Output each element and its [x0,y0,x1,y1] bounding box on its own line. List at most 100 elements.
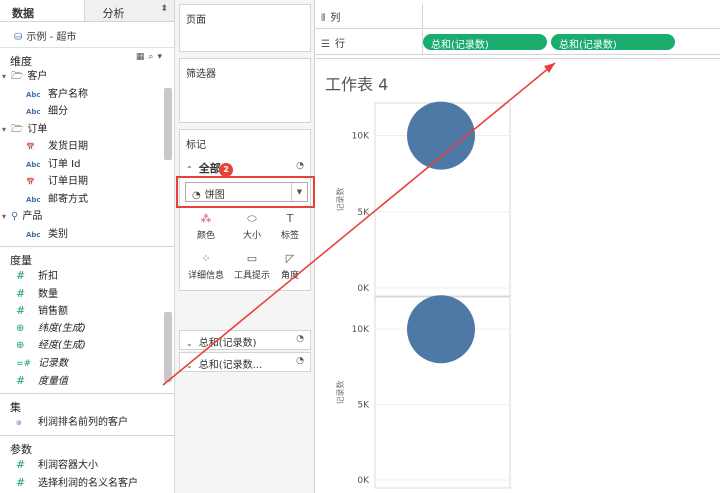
chevron-down-icon[interactable]: ▾ [2,121,11,139]
string-type-icon: Abc [26,195,41,204]
cards-pane: 页面 筛选器 标记 ⌃ 全部 ◔ 2 [175,0,315,493]
globe-icon: ⊕ [16,340,25,351]
label-button-label: 标签 [280,231,299,241]
dimension-label: 细分 [48,106,68,117]
chevron-down-icon[interactable]: ⌄ [186,361,193,370]
set-label: 利润排名前列的客户 [38,416,128,428]
measure-item[interactable]: # 度量值 [0,372,174,390]
parameter-label: 选择利润的名义名客户 [38,477,138,489]
sets-header: 集 [0,396,174,414]
dimension-item[interactable]: Abc 细分 [0,103,174,121]
datasource-label: 示例 - 超市 [26,32,77,43]
measures-sets-divider [0,392,174,394]
measure-label: 经度(生成) [38,340,86,351]
dimension-label: 订单日期 [48,176,88,187]
tab-data[interactable]: 数据 [0,0,84,21]
angle-button[interactable]: ◸ 角度 [268,250,312,286]
label-button[interactable]: T 标签 [268,210,312,246]
pie-ring-icon: ◔ [296,334,304,344]
set-icon: ⊚ [16,418,22,427]
grid-view-icon[interactable]: ▦ [136,52,149,62]
marks-all-label: 全部 [198,162,221,175]
folder-order[interactable]: ▾ 🗁 订单 [0,121,174,139]
detail-button[interactable]: ⁘ 详细信息 [184,250,228,286]
sub-marks-label: 总和(记录数) [198,338,257,349]
worksheet-view: 工作表 4 [315,58,720,493]
calculated-number-icon: =# [16,358,32,369]
marks-sub-card-2[interactable]: ⌄ 总和(记录数... ◔ [179,352,311,372]
color-button[interactable]: ⁂ 颜色 [184,210,228,246]
parameter-label: 利润容器大小 [38,460,98,471]
tab-analysis-label: 分析 [102,7,125,20]
measure-item[interactable]: # 销售额 [0,302,174,320]
folder-product[interactable]: ▾ ⚲ 产品 [0,208,174,226]
measures-header-label: 度量 [10,254,32,267]
measure-item[interactable]: ⊕ 纬度(生成) [0,320,174,338]
string-type-icon: Abc [26,230,41,239]
columns-shelf-label: ⦀ 列 [321,9,421,25]
sort-icon[interactable]: ⬍ [160,4,168,14]
chevron-down-icon[interactable]: ▾ [2,208,11,226]
dimension-item[interactable]: Abc 客户名称 [0,86,174,104]
chevron-down-icon[interactable]: ⌄ [186,339,193,348]
marks-sub-card-1[interactable]: ⌄ 总和(记录数) ◔ [179,330,311,350]
chevron-up-icon[interactable]: ⌃ [186,165,193,174]
color-icon: ⁂ [200,212,212,225]
measure-item[interactable]: # 折扣 [0,267,174,285]
number-type-icon: # [16,475,26,489]
measure-item[interactable]: # 数量 [0,285,174,303]
number-type-icon: # [16,286,26,300]
pie-ring-icon: ◔ [296,356,304,366]
parameter-item[interactable]: # 利润容器大小 [0,456,174,474]
marks-all-row[interactable]: ⌃ 全部 ◔ [180,157,310,177]
menu-arrow-icon[interactable]: ▾ [157,52,166,62]
sets-params-divider [0,435,174,436]
dimension-label: 发货日期 [48,141,88,152]
measure-label: 度量值 [38,376,68,387]
label-icon: T [286,212,294,225]
row-pill-2[interactable]: 总和(记录数) [551,34,675,50]
detail-button-label: 详细信息 [187,271,224,281]
datasource-icon: ⛁ [14,32,23,43]
filters-card-title: 筛选器 [186,69,216,80]
string-type-icon: Abc [26,90,41,99]
rows-shelf[interactable]: ☰ 行 总和(记录数) 总和(记录数) [315,30,720,55]
pages-card[interactable]: 页面 [179,4,311,52]
calendar-icon: 📅 [26,178,35,186]
row-pill-1[interactable]: 总和(记录数) [423,34,547,50]
folder-customer[interactable]: ▾ 🗁 客户 [0,68,174,86]
parameters-header-label: 参数 [10,443,32,456]
tooltip-button-label: 工具提示 [233,271,270,281]
angle-icon: ◸ [285,252,295,265]
dimension-label: 客户名称 [48,88,88,100]
shelves: ⦀ 列 ☰ 行 总和(记录数) 总和(记录数) [315,0,720,58]
dimensions-scrollbar[interactable] [164,88,172,160]
set-item[interactable]: ⊚ 利润排名前列的客户 [0,414,174,432]
measure-item[interactable]: =# 记录数 [0,355,174,373]
dimension-label: 类别 [48,228,68,240]
hierarchy-icon: ⚲ [11,211,19,222]
parameter-item[interactable]: # 选择利润的名义名客户 [0,474,174,492]
dimension-item[interactable]: Abc 类别 [0,226,174,244]
columns-shelf[interactable]: ⦀ 列 [315,4,720,29]
rows-label-text: 行 [334,39,345,50]
color-button-label: 颜色 [196,231,215,241]
measures-scrollbar[interactable] [164,312,172,382]
rows-shelf-label: ☰ 行 [321,35,421,51]
globe-icon: ⊕ [16,322,25,334]
filters-card[interactable]: 筛选器 [179,58,311,123]
sub-marks-label: 总和(记录数... [198,360,263,371]
chevron-down-icon[interactable]: ▾ [2,68,11,86]
dimension-item[interactable]: 📅 订单日期 [0,173,174,191]
datasource-item[interactable]: ⛁ 示例 - 超市 [0,22,174,48]
rows-icon: ☰ [321,39,330,50]
shelf-separator [422,4,423,29]
dimension-item[interactable]: Abc 邮寄方式 [0,191,174,209]
dimension-item[interactable]: 📅 发货日期 [0,138,174,156]
sheet-title[interactable]: 工作表 4 [325,71,388,95]
calendar-icon: 📅 [26,143,35,151]
tab-analysis[interactable]: 分析 ⬍ [83,0,174,21]
measure-item[interactable]: ⊕ 经度(生成) [0,337,174,355]
dimension-item[interactable]: Abc 订单 Id [0,156,174,174]
folder-customer-label: 客户 [27,71,48,82]
